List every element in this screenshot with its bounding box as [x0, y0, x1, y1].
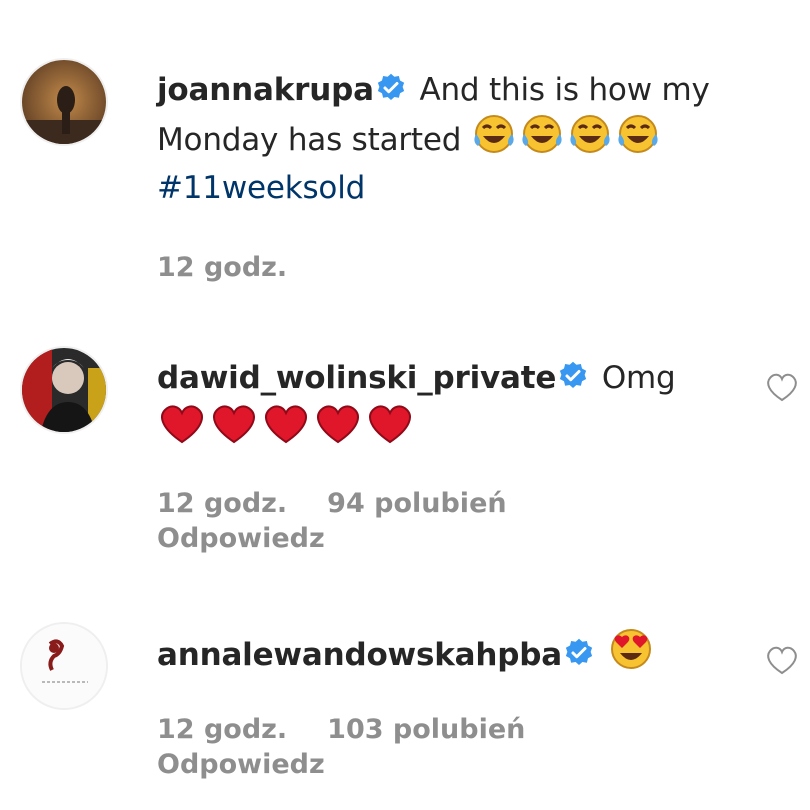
comment-body-line1: And this is how my: [419, 72, 710, 108]
username[interactable]: dawid_wolinski_private: [157, 360, 556, 396]
tears-of-joy-icon: [618, 115, 658, 153]
comment-meta: 12 godz. 94 polubień: [157, 484, 547, 524]
comment-body: Omg: [601, 360, 676, 396]
reply-button[interactable]: Odpowiedz: [157, 749, 325, 780]
heart-eyes-icon: [610, 629, 651, 669]
red-heart-icon: [213, 405, 255, 444]
hashtag-link[interactable]: #11weeksold: [157, 170, 365, 206]
red-heart-emojis: [157, 405, 417, 448]
username[interactable]: joannakrupa: [157, 72, 374, 108]
comment-text: annalewandowskahpba: [157, 627, 757, 679]
likes-count[interactable]: 94 polubień: [327, 488, 506, 519]
comment-meta: 12 godz.: [157, 248, 327, 288]
avatar[interactable]: [20, 346, 108, 434]
tears-of-joy-emojis: [471, 115, 663, 158]
avatar[interactable]: [20, 58, 108, 146]
timestamp[interactable]: 12 godz.: [157, 714, 287, 745]
red-heart-icon: [317, 405, 359, 444]
tears-of-joy-icon: [570, 115, 610, 153]
tears-of-joy-icon: [474, 115, 514, 153]
timestamp[interactable]: 12 godz.: [157, 252, 287, 283]
tears-of-joy-icon: [522, 115, 562, 153]
heart-outline-icon[interactable]: [765, 372, 799, 402]
heart-outline-icon[interactable]: [765, 645, 799, 675]
comment-text: dawid_wolinski_private Omg: [157, 354, 757, 454]
username[interactable]: annalewandowskahpba: [157, 637, 562, 673]
comment-body-line2: Monday has started: [157, 122, 462, 158]
red-heart-icon: [369, 405, 411, 444]
red-heart-icon: [161, 405, 203, 444]
verified-badge-icon: [377, 73, 404, 100]
avatar[interactable]: [20, 622, 108, 710]
comment-text: joannakrupa And this is how my Monday ha…: [157, 66, 757, 212]
likes-count[interactable]: 103 polubień: [327, 714, 525, 745]
reply-button[interactable]: Odpowiedz: [157, 523, 325, 554]
red-heart-icon: [265, 405, 307, 444]
verified-badge-icon: [565, 638, 593, 665]
timestamp[interactable]: 12 godz.: [157, 488, 287, 519]
comment-meta: 12 godz. 103 polubień: [157, 710, 565, 750]
verified-badge-icon: [560, 361, 587, 388]
